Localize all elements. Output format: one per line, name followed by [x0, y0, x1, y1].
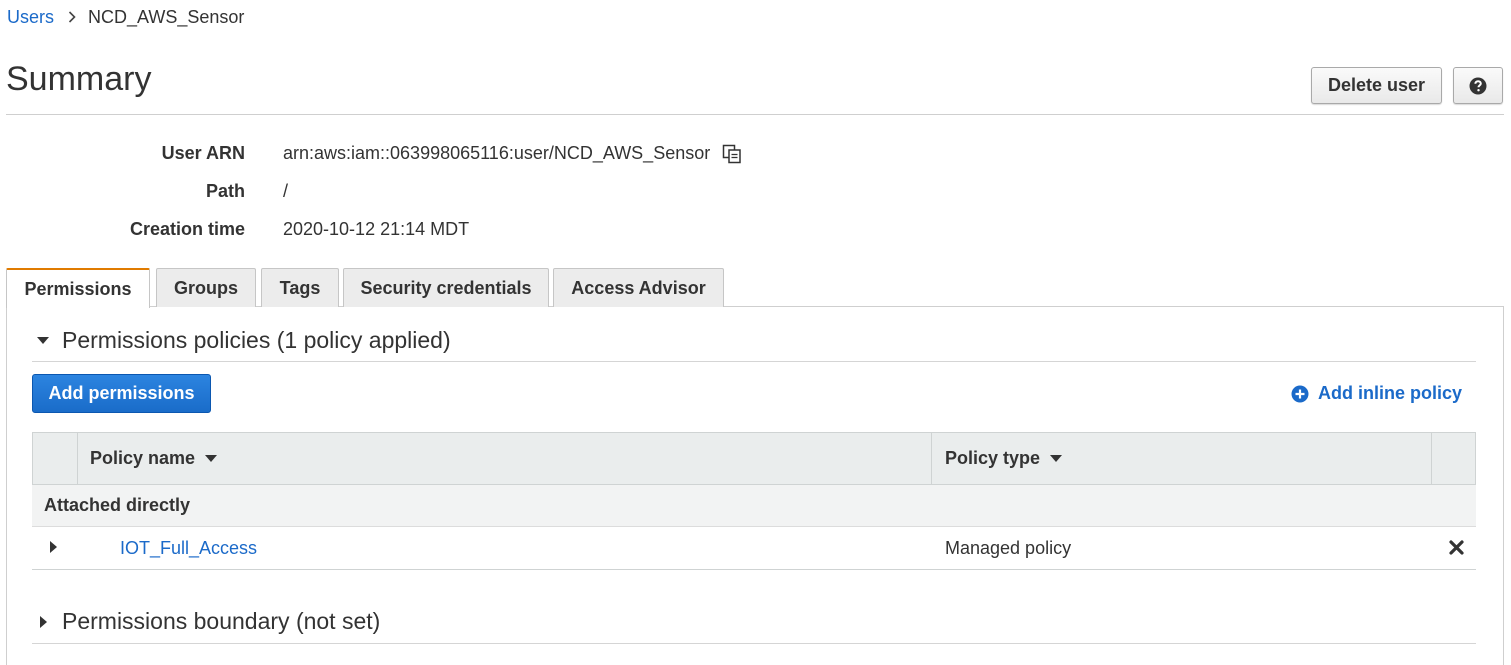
- plus-circle-icon: [1291, 385, 1309, 403]
- column-divider: [931, 433, 932, 484]
- caret-down-icon: [36, 336, 50, 345]
- add-inline-policy-label: Add inline policy: [1318, 383, 1463, 403]
- question-circle-icon: [1469, 77, 1487, 95]
- add-permissions-button[interactable]: Add permissions: [32, 374, 211, 413]
- column-divider: [1431, 433, 1432, 484]
- policy-type-column-header[interactable]: Policy type: [945, 433, 1063, 484]
- policy-name-link[interactable]: IOT_Full_Access: [120, 538, 257, 559]
- creation-time-value: 2020-10-12 21:14 MDT: [283, 219, 470, 239]
- sort-down-icon: [1050, 455, 1063, 462]
- title-divider: [6, 114, 1504, 115]
- breadcrumb: Users NCD_AWS_Sensor: [7, 6, 244, 28]
- caret-right-icon[interactable]: [50, 541, 57, 553]
- section-divider: [32, 643, 1476, 644]
- path-value: /: [283, 181, 289, 201]
- path-label: Path: [205, 181, 245, 201]
- user-arn-value: arn:aws:iam::063998065116:user/NCD_AWS_S…: [283, 143, 711, 163]
- permissions-boundary-toggle[interactable]: Permissions boundary (not set): [36, 608, 380, 635]
- permissions-boundary-title: Permissions boundary (not set): [62, 608, 381, 634]
- caret-right-icon: [36, 615, 50, 628]
- section-divider: [32, 361, 1476, 362]
- user-arn-row: arn:aws:iam::063998065116:user/NCD_AWS_S…: [283, 143, 742, 164]
- sort-down-icon: [205, 455, 218, 462]
- policy-type-value: Managed policy: [945, 538, 1072, 558]
- policy-name-column-header[interactable]: Policy name: [90, 433, 218, 484]
- tab-tags[interactable]: Tags: [261, 268, 339, 307]
- delete-user-button[interactable]: Delete user: [1311, 67, 1442, 104]
- creation-time-label: Creation time: [129, 219, 245, 239]
- column-divider: [77, 433, 78, 484]
- chevron-right-icon: [68, 11, 76, 23]
- table-row: IOT_Full_Access Managed policy: [32, 527, 1476, 570]
- attached-directly-group: Attached directly: [32, 485, 1476, 527]
- user-arn-label: User ARN: [161, 143, 245, 163]
- tab-access-advisor[interactable]: Access Advisor: [553, 268, 724, 307]
- help-button[interactable]: [1453, 67, 1503, 104]
- add-inline-policy-link[interactable]: Add inline policy: [1291, 383, 1462, 404]
- policy-name-header-label: Policy name: [90, 448, 196, 468]
- permissions-policies-toggle[interactable]: Permissions policies (1 policy applied): [36, 327, 451, 354]
- page-title: Summary: [6, 60, 152, 98]
- table-header: Policy name Policy type: [32, 432, 1476, 485]
- breadcrumb-current: NCD_AWS_Sensor: [88, 6, 245, 27]
- copy-icon[interactable]: [722, 144, 742, 164]
- breadcrumb-users-link[interactable]: Users: [7, 7, 54, 28]
- policy-type-header-label: Policy type: [945, 448, 1041, 468]
- tab-permissions[interactable]: Permissions: [6, 268, 150, 308]
- permissions-policies-title: Permissions policies (1 policy applied): [62, 327, 451, 353]
- tab-groups[interactable]: Groups: [156, 268, 256, 307]
- remove-policy-icon[interactable]: [1449, 540, 1464, 555]
- tab-security-credentials[interactable]: Security credentials: [343, 268, 549, 307]
